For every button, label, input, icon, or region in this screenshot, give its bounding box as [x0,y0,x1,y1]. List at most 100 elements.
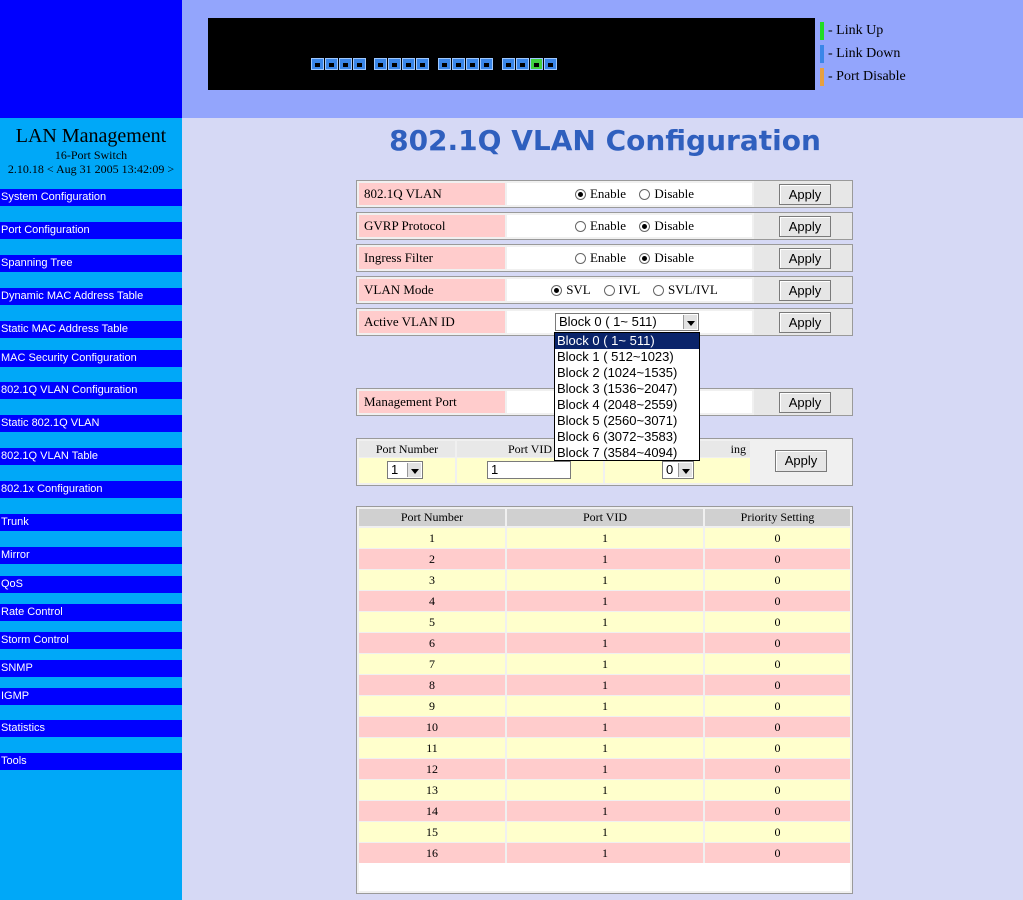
apply-port-vid-button[interactable]: Apply [775,450,827,472]
dropdown-option-block-1[interactable]: Block 1 ( 512~1023) [555,349,699,365]
port-icon[interactable] [416,58,429,70]
chevron-down-icon[interactable] [407,463,421,477]
port-icon[interactable] [502,58,515,70]
table-row: 110 [359,528,850,548]
port-icon[interactable] [466,58,479,70]
row-ingress-filter: Ingress Filter Enable Disable Apply [356,244,853,272]
radio-ingress-enable[interactable] [574,252,586,264]
sidebar-item-storm-control[interactable]: Storm Control [0,632,182,649]
table-header-priority: Priority Setting [705,509,850,526]
brand-model: 16-Port Switch [54,148,128,162]
dropdown-option-block-3[interactable]: Block 3 (1536~2047) [555,381,699,397]
table-row: 710 [359,654,850,674]
dropdown-option-block-2[interactable]: Block 2 (1024~1535) [555,365,699,381]
apply-gvrp-button[interactable]: Apply [779,216,831,237]
sidebar-item-port-configuration[interactable]: Port Configuration [0,222,182,239]
sidebar-item-qos[interactable]: QoS [0,576,182,593]
radio-vlan-disable[interactable] [639,188,651,200]
port-vid-input[interactable]: 1 [487,461,571,479]
dropdown-option-block-4[interactable]: Block 4 (2048~2559) [555,397,699,413]
port-disable-color-icon [820,68,824,86]
brand-block: LAN Management 16-Port Switch 2.10.18 < … [0,124,182,176]
radio-gvrp-enable[interactable] [574,220,586,232]
sidebar-item-vlan-configuration[interactable]: 802.1Q VLAN Configuration [0,382,182,399]
sidebar-item-8021x[interactable]: 802.1x Configuration [0,481,182,498]
active-vlan-dropdown-list: Block 0 ( 1~ 511) Block 1 ( 512~1023) Bl… [554,332,700,461]
sidebar-item-mac-security[interactable]: MAC Security Configuration [0,350,182,367]
apply-mode-button[interactable]: Apply [779,280,831,301]
label-8021q-vlan: 802.1Q VLAN [359,183,505,205]
label-management-port: Management Port [359,391,505,413]
radio-gvrp-disable[interactable] [639,220,651,232]
table-row: 12 1 0 [359,759,850,779]
port-icon[interactable] [374,58,387,70]
sidebar-item-rate-control[interactable]: Rate Control [0,604,182,621]
sidebar-item-static-mac-table[interactable]: Static MAC Address Table [0,321,182,338]
port-icon[interactable] [452,58,465,70]
apply-vlan-button[interactable]: Apply [779,184,831,205]
link-up-color-icon [820,22,824,40]
apply-management-port-button[interactable]: Apply [779,392,831,413]
sidebar-item-static-vlan[interactable]: Static 802.1Q VLAN [0,415,182,432]
port-icon[interactable] [516,58,529,70]
dropdown-option-block-0[interactable]: Block 0 ( 1~ 511) [555,333,699,349]
port-icon[interactable] [480,58,493,70]
row-8021q-vlan: 802.1Q VLAN Enable Disable Apply [356,180,853,208]
radio-mode-svl-ivl[interactable] [652,284,664,296]
table-row: 10 1 0 [359,717,850,737]
chevron-down-icon[interactable] [678,463,692,477]
radio-ingress-disable[interactable] [639,252,651,264]
priority-select[interactable]: 0 [662,461,694,479]
table-header-port-vid: Port VID [507,509,703,526]
dropdown-option-block-6[interactable]: Block 6 (3072~3583) [555,429,699,445]
radio-mode-svl[interactable] [551,284,563,296]
port-icon[interactable] [544,58,557,70]
port-icon[interactable] [339,58,352,70]
table-row: 610 [359,633,850,653]
radio-mode-ivl[interactable] [603,284,615,296]
port-vid-table: Port Number Port VID Priority Setting 11… [356,506,853,894]
port-icon[interactable] [311,58,324,70]
legend-link-up: - Link Up [820,22,883,40]
active-vlan-select[interactable]: Block 0 ( 1~ 511) [555,313,699,331]
legend-port-disable: - Port Disable [820,68,906,86]
label-active-vlan-id: Active VLAN ID [359,311,505,333]
table-row: 910 [359,696,850,716]
port-icon[interactable] [325,58,338,70]
sidebar-item-mirror[interactable]: Mirror [0,547,182,564]
port-icon[interactable] [353,58,366,70]
radio-vlan-enable[interactable] [574,188,586,200]
label-vlan-mode: VLAN Mode [359,279,505,301]
table-row: 15 1 0 [359,822,850,842]
port-icon[interactable] [402,58,415,70]
sidebar-item-statistics[interactable]: Statistics [0,720,182,737]
row-gvrp: GVRP Protocol Enable Disable Apply [356,212,853,240]
pv-header-port-number: Port Number [359,441,455,457]
table-row: 14 1 0 [359,801,850,821]
table-row: 16 1 0 [359,843,850,863]
chevron-down-icon[interactable] [683,315,697,329]
apply-ingress-button[interactable]: Apply [779,248,831,269]
dropdown-option-block-5[interactable]: Block 5 (2560~3071) [555,413,699,429]
port-icon[interactable] [438,58,451,70]
sidebar-item-tools[interactable]: Tools [0,753,182,770]
port-icon-link-up[interactable] [530,58,543,70]
sidebar-logo-area [0,0,182,118]
active-vlan-select-value: Block 0 ( 1~ 511) [559,314,657,329]
dropdown-option-block-7[interactable]: Block 7 (3584~4094) [555,445,699,461]
table-row: 810 [359,675,850,695]
priority-select-value: 0 [666,462,674,477]
sidebar-item-igmp[interactable]: IGMP [0,688,182,705]
apply-active-vlan-button[interactable]: Apply [779,312,831,333]
port-icon[interactable] [388,58,401,70]
sidebar-item-snmp[interactable]: SNMP [0,660,182,677]
sidebar-item-trunk[interactable]: Trunk [0,514,182,531]
value-ingress-filter: Enable Disable [507,247,752,269]
sidebar-item-dynamic-mac-table[interactable]: Dynamic MAC Address Table [0,288,182,305]
sidebar-item-system-configuration[interactable]: System Configuration [0,189,182,206]
sidebar-item-spanning-tree[interactable]: Spanning Tree [0,255,182,272]
port-number-select[interactable]: 1 [387,461,423,479]
sidebar-item-vlan-table[interactable]: 802.1Q VLAN Table [0,448,182,465]
switch-front-panel [208,18,815,90]
page-title: 802.1Q VLAN Configuration [389,124,821,157]
